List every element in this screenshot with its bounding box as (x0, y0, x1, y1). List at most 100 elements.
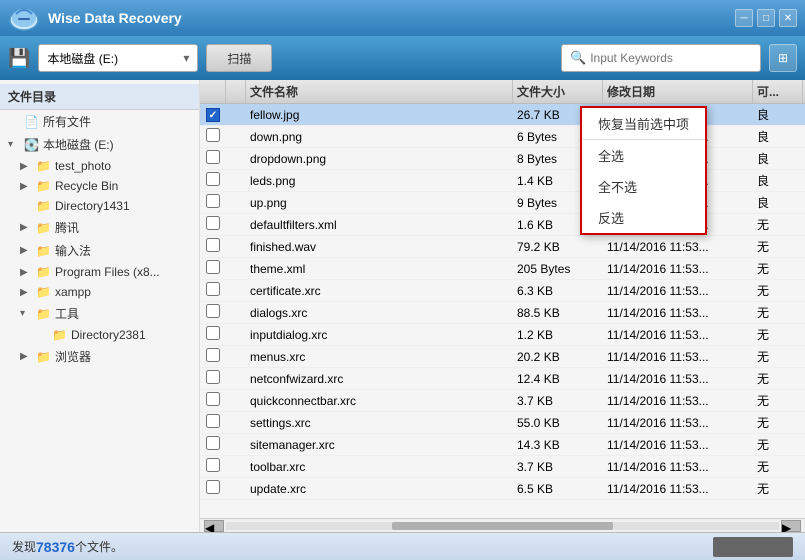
context-menu-item-restore[interactable]: 恢复当前选中项 (582, 108, 705, 139)
sidebar-item-browser[interactable]: ▶ 📁 浏览器 (0, 345, 199, 368)
row-checkbox[interactable] (202, 126, 226, 147)
row-checkbox[interactable] (202, 236, 226, 257)
sidebar-item-input-method[interactable]: ▶ 📁 输入法 (0, 239, 199, 262)
col-quality[interactable]: 可... (753, 80, 803, 103)
sidebar-item-label: 输入法 (55, 242, 91, 259)
row-date: 11/14/2016 11:53... (603, 304, 753, 322)
scroll-thumb[interactable] (392, 522, 613, 530)
sidebar-item-label: Program Files (x8... (55, 265, 160, 279)
row-quality: 无 (753, 280, 803, 301)
row-checkbox[interactable] (202, 324, 226, 345)
row-date: 11/14/2016 11:53... (603, 458, 753, 476)
row-checkbox[interactable] (202, 192, 226, 213)
row-checkbox[interactable] (202, 478, 226, 499)
table-row[interactable]: down.png 6 Bytes 11/14/2016 11:53... 良 (200, 126, 805, 148)
search-input[interactable] (590, 51, 752, 65)
row-status (226, 135, 246, 139)
table-row[interactable]: dialogs.xrc 88.5 KB 11/14/2016 11:53... … (200, 302, 805, 324)
scroll-right-button[interactable]: ▶ (781, 520, 801, 532)
sidebar-item-xampp[interactable]: ▶ 📁 xampp (0, 282, 199, 302)
row-checkbox[interactable] (202, 170, 226, 191)
horizontal-scrollbar[interactable]: ◀ ▶ (200, 518, 805, 532)
sidebar-item-dir1431[interactable]: 📁 Directory1431 (0, 196, 199, 216)
row-checkbox[interactable] (202, 148, 226, 169)
table-row[interactable]: toolbar.xrc 3.7 KB 11/14/2016 11:53... 无 (200, 456, 805, 478)
sidebar-item-recycle-bin[interactable]: ▶ 📁 Recycle Bin (0, 176, 199, 196)
sidebar-item-program-files[interactable]: ▶ 📁 Program Files (x8... (0, 262, 199, 282)
table-row[interactable]: leds.png 1.4 KB 11/14/2016 11:53... 良 (200, 170, 805, 192)
row-checkbox[interactable] (202, 390, 226, 411)
sidebar-item-drive-e[interactable]: ▾ 💽 本地磁盘 (E:) (0, 133, 199, 156)
folder-icon: 📁 (36, 179, 51, 193)
row-filename: settings.xrc (246, 414, 513, 432)
row-checkbox[interactable] (202, 258, 226, 279)
layout-icon: ⊞ (778, 51, 788, 65)
row-size: 205 Bytes (513, 260, 603, 278)
sidebar-item-all-files[interactable]: 📄 所有文件 (0, 110, 199, 133)
toolbar: 💾 本地磁盘 (E:) ▾ 扫描 🔍 ⊞ (0, 36, 805, 80)
maximize-button[interactable]: □ (757, 9, 775, 27)
sidebar-item-label: test_photo (55, 159, 111, 173)
progress-indicator (713, 537, 793, 557)
sidebar-item-test-photo[interactable]: ▶ 📁 test_photo (0, 156, 199, 176)
col-size[interactable]: 文件大小 (513, 80, 603, 103)
row-checkbox[interactable] (202, 368, 226, 389)
row-status (226, 333, 246, 337)
context-menu-item-invert[interactable]: 反选 (582, 202, 705, 233)
table-row[interactable]: menus.xrc 20.2 KB 11/14/2016 11:53... 无 (200, 346, 805, 368)
row-checkbox[interactable] (202, 214, 226, 235)
context-menu-item-select-all[interactable]: 全选 (582, 140, 705, 171)
table-row[interactable]: settings.xrc 55.0 KB 11/14/2016 11:53...… (200, 412, 805, 434)
drive-selector[interactable]: 本地磁盘 (E:) ▾ (38, 44, 198, 72)
table-row[interactable]: update.xrc 6.5 KB 11/14/2016 11:53... 无 (200, 478, 805, 500)
scroll-left-button[interactable]: ◀ (204, 520, 224, 532)
row-status (226, 421, 246, 425)
context-menu-item-deselect-all[interactable]: 全不选 (582, 171, 705, 202)
table-row[interactable]: certificate.xrc 6.3 KB 11/14/2016 11:53.… (200, 280, 805, 302)
row-date: 11/14/2016 11:53... (603, 370, 753, 388)
arrow-icon: ▶ (20, 287, 32, 298)
file-list-body[interactable]: ✓ fellow.jpg 26.7 KB 8/10/2017 2:55:2...… (200, 104, 805, 518)
row-checkbox[interactable] (202, 412, 226, 433)
table-row[interactable]: inputdialog.xrc 1.2 KB 11/14/2016 11:53.… (200, 324, 805, 346)
sidebar-item-tencent[interactable]: ▶ 📁 腾讯 (0, 216, 199, 239)
sidebar-item-label: 所有文件 (43, 113, 91, 130)
row-checkbox[interactable] (202, 456, 226, 477)
row-date: 11/14/2016 11:53... (603, 480, 753, 498)
table-row[interactable]: netconfwizard.xrc 12.4 KB 11/14/2016 11:… (200, 368, 805, 390)
row-checkbox[interactable] (202, 346, 226, 367)
row-checkbox[interactable] (202, 302, 226, 323)
row-date: 11/14/2016 11:53... (603, 414, 753, 432)
folder-icon: 📁 (36, 265, 51, 279)
row-filename: up.png (246, 194, 513, 212)
row-checkbox[interactable] (202, 434, 226, 455)
row-quality: 良 (753, 148, 803, 169)
scan-button[interactable]: 扫描 (206, 44, 272, 72)
row-quality: 无 (753, 478, 803, 499)
row-status (226, 487, 246, 491)
row-quality: 无 (753, 214, 803, 235)
table-row[interactable]: theme.xml 205 Bytes 11/14/2016 11:53... … (200, 258, 805, 280)
row-checkbox[interactable] (202, 280, 226, 301)
row-filename: toolbar.xrc (246, 458, 513, 476)
table-row[interactable]: up.png 9 Bytes 11/14/2016 11:53... 良 (200, 192, 805, 214)
col-filename[interactable]: 文件名称 (246, 80, 513, 103)
arrow-icon: ▶ (20, 161, 32, 172)
table-row[interactable]: quickconnectbar.xrc 3.7 KB 11/14/2016 11… (200, 390, 805, 412)
table-row[interactable]: defaultfilters.xml 1.6 KB 11/14/2016 11:… (200, 214, 805, 236)
row-date: 11/14/2016 11:53... (603, 436, 753, 454)
row-checkbox[interactable]: ✓ (202, 105, 226, 125)
table-row[interactable]: sitemanager.xrc 14.3 KB 11/14/2016 11:53… (200, 434, 805, 456)
sidebar-item-tools[interactable]: ▾ 📁 工具 (0, 302, 199, 325)
row-status (226, 355, 246, 359)
folder-icon: 📁 (36, 221, 51, 235)
sidebar-item-dir2381[interactable]: 📁 Directory2381 (0, 325, 199, 345)
row-date: 11/14/2016 11:53... (603, 238, 753, 256)
table-row[interactable]: dropdown.png 8 Bytes 11/14/2016 11:53...… (200, 148, 805, 170)
col-date[interactable]: 修改日期 (603, 80, 753, 103)
layout-toggle-button[interactable]: ⊞ (769, 44, 797, 72)
table-row[interactable]: finished.wav 79.2 KB 11/14/2016 11:53...… (200, 236, 805, 258)
close-button[interactable]: ✕ (779, 9, 797, 27)
table-row[interactable]: ✓ fellow.jpg 26.7 KB 8/10/2017 2:55:2...… (200, 104, 805, 126)
minimize-button[interactable]: ─ (735, 9, 753, 27)
